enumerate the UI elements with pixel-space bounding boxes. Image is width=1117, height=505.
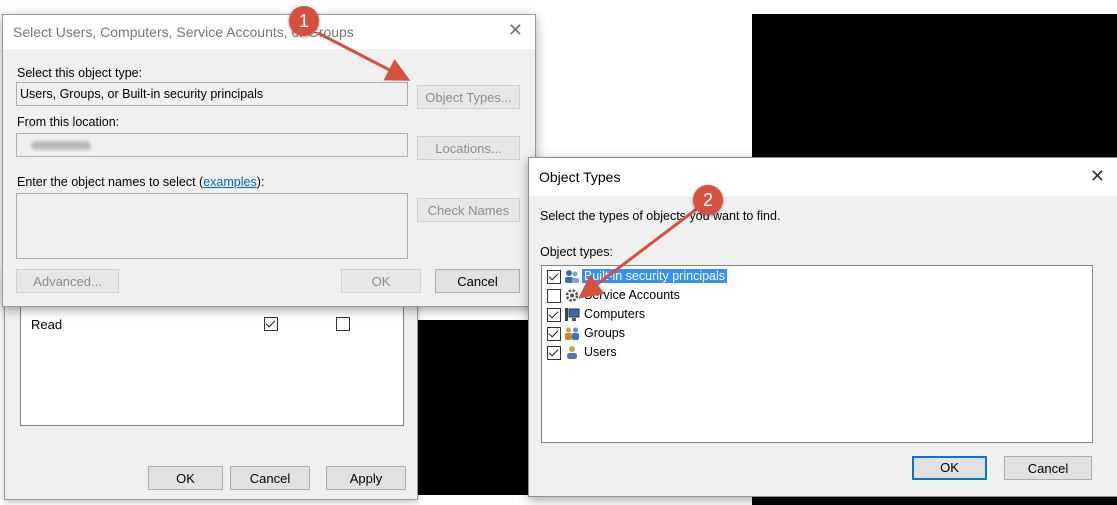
callout-badge-2: 2: [693, 185, 723, 215]
arrow-2: [578, 206, 699, 299]
arrow-1: [317, 31, 411, 81]
callout-badge-1: 1: [289, 6, 319, 36]
annotation-arrows: [317, 31, 699, 299]
